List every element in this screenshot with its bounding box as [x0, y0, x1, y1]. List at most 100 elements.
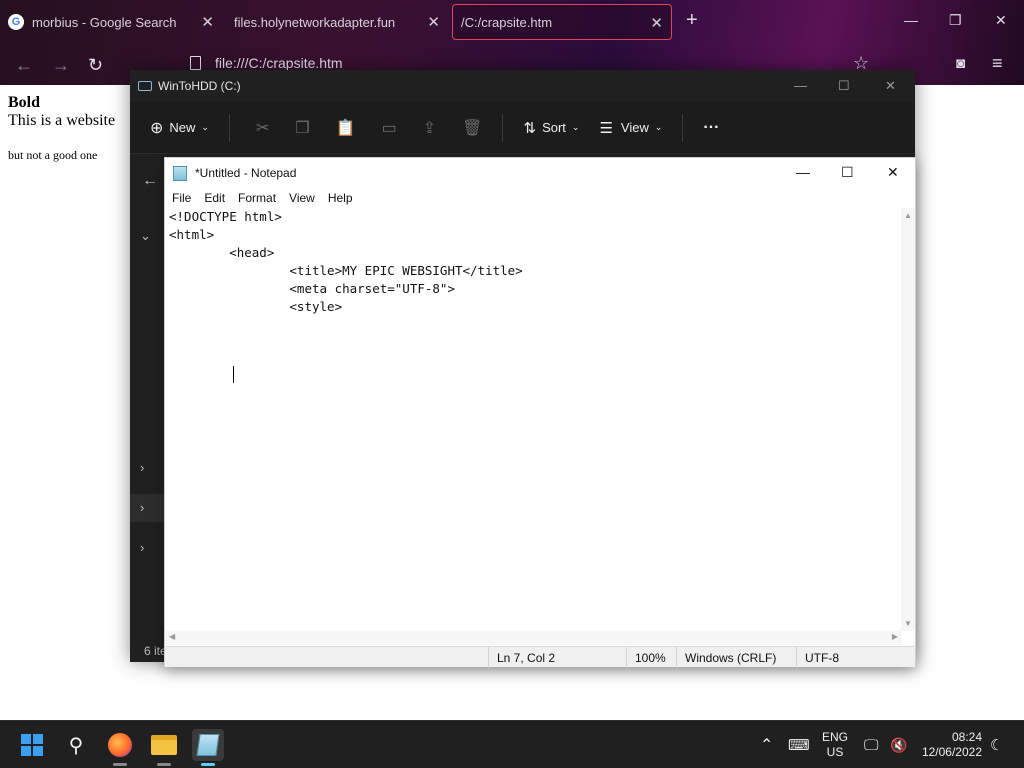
cut-icon[interactable]: ✂: [256, 118, 269, 138]
view-label: View: [620, 120, 649, 135]
text-caret: [233, 366, 234, 383]
notepad-statusbar: Ln 7, Col 2 100% Windows (CRLF) UTF-8: [165, 646, 915, 668]
chevron-right-icon[interactable]: ›: [140, 460, 144, 475]
start-button[interactable]: [16, 729, 48, 761]
zoom-level: 100%: [626, 647, 676, 668]
firefox-icon: [108, 733, 132, 757]
notepad-window: *Untitled - Notepad — ☐ ✕ File Edit Form…: [164, 157, 916, 668]
explorer-maximize-icon[interactable]: ☐: [838, 78, 850, 94]
explorer-close-icon[interactable]: ✕: [885, 78, 896, 94]
menu-edit[interactable]: Edit: [204, 191, 225, 205]
notepad-maximize-icon[interactable]: ☐: [841, 164, 854, 181]
search-button[interactable]: ⚲: [60, 729, 92, 761]
back-arrow-icon[interactable]: ←: [142, 172, 158, 190]
windows-logo-icon: [21, 734, 43, 756]
clock[interactable]: 08:24 12/06/2022: [918, 721, 982, 768]
explorer-title: WinToHDD (C:): [158, 79, 241, 93]
notepad-menubar: File Edit Format View Help: [165, 188, 915, 208]
menu-icon[interactable]: ≡: [992, 53, 1003, 74]
focus-assist-moon-icon[interactable]: ☾: [990, 721, 1003, 768]
taskbar: ⚲ ⌃ ⌨ ENG US 🖵 🔇 08:24 12/06/2022 ☾: [0, 720, 1024, 768]
notepad-minimize-icon[interactable]: —: [796, 164, 810, 180]
chevron-down-icon: ⌄: [201, 122, 209, 132]
new-button[interactable]: ⊕ New ⌄: [150, 118, 209, 138]
back-icon[interactable]: ←: [15, 55, 33, 76]
google-icon: G: [8, 14, 24, 30]
close-window-icon[interactable]: ✕: [995, 12, 1007, 29]
file-explorer-taskbar-button[interactable]: [148, 729, 180, 766]
code-line: <head>: [169, 245, 275, 260]
line-ending: Windows (CRLF): [676, 647, 796, 668]
running-indicator: [113, 763, 127, 766]
menu-file[interactable]: File: [172, 191, 191, 205]
scroll-down-icon[interactable]: ▼: [904, 619, 912, 628]
menu-format[interactable]: Format: [238, 191, 276, 205]
browser-tab-crapsite[interactable]: /C:/crapsite.htm ✕: [452, 4, 672, 40]
separator: [228, 113, 230, 142]
nav-pane-selected-row[interactable]: ›: [130, 494, 164, 522]
scroll-left-icon[interactable]: ◀: [169, 632, 175, 641]
forward-icon[interactable]: →: [52, 55, 70, 76]
restore-icon[interactable]: ❐: [949, 12, 962, 29]
chevron-down-icon: ⌄: [571, 122, 580, 132]
sort-button[interactable]: ⇅ Sort ⌄: [523, 119, 579, 137]
minimize-icon[interactable]: —: [904, 12, 918, 28]
scroll-right-icon[interactable]: ▶: [892, 632, 898, 641]
menu-view[interactable]: View: [289, 191, 315, 205]
network-icon[interactable]: 🖵: [864, 721, 878, 768]
vertical-scrollbar[interactable]: ▲ ▼: [901, 208, 915, 631]
chevron-right-icon: ›: [140, 500, 145, 515]
active-indicator: [201, 763, 215, 766]
tab-label: files.holynetworkadapter.fun: [234, 14, 396, 30]
page-text-line: This is a website: [8, 112, 116, 129]
close-tab-icon[interactable]: ✕: [201, 13, 214, 31]
delete-icon[interactable]: 🗑: [462, 118, 482, 138]
horizontal-scrollbar[interactable]: ◀ ▶: [165, 631, 902, 645]
sort-label: Sort: [542, 120, 566, 135]
language-code: ENG: [822, 730, 849, 744]
clock-date: 12/06/2022: [921, 745, 982, 759]
notepad-taskbar-button[interactable]: [192, 729, 224, 766]
tab-label: /C:/crapsite.htm: [461, 14, 553, 30]
close-tab-icon[interactable]: ✕: [650, 14, 663, 32]
scroll-up-icon[interactable]: ▲: [904, 211, 912, 220]
notepad-icon: [173, 165, 187, 181]
encoding: UTF-8: [796, 647, 914, 668]
code-line: <!DOCTYPE html>: [169, 209, 282, 224]
firefox-taskbar-button[interactable]: [104, 729, 136, 766]
notepad-icon: [196, 734, 220, 756]
close-tab-icon[interactable]: ✕: [427, 13, 440, 31]
keyboard-icon[interactable]: ⌨: [788, 721, 810, 768]
copy-icon[interactable]: ❐: [295, 118, 309, 138]
reload-icon[interactable]: ↻: [88, 55, 103, 76]
browser-tab-files[interactable]: files.holynetworkadapter.fun ✕: [226, 4, 448, 40]
pocket-icon[interactable]: ◙: [956, 55, 965, 72]
view-list-icon: ☰: [599, 119, 613, 137]
notepad-close-icon[interactable]: ✕: [887, 164, 899, 181]
show-hidden-icons-chevron-icon[interactable]: ⌃: [760, 721, 773, 768]
more-options-button[interactable]: ···: [703, 119, 719, 137]
separator: [682, 113, 684, 142]
chevron-down-icon[interactable]: ⌄: [140, 228, 151, 244]
code-line: <meta charset="UTF-8">: [169, 281, 455, 296]
notepad-text-area[interactable]: <!DOCTYPE html> <html> <head> <title>MY …: [165, 208, 902, 631]
chevron-right-icon[interactable]: ›: [140, 540, 144, 555]
rename-icon[interactable]: ▭: [382, 118, 397, 138]
explorer-minimize-icon[interactable]: —: [794, 78, 807, 93]
drive-icon: [138, 81, 152, 91]
plus-circle-icon: ⊕: [150, 119, 164, 137]
browser-tab-google[interactable]: G morbius - Google Search ✕: [0, 4, 222, 40]
language-indicator[interactable]: ENG US: [822, 721, 848, 768]
new-label: New: [169, 120, 196, 135]
share-icon[interactable]: ⇪: [423, 118, 436, 138]
new-tab-icon[interactable]: +: [686, 9, 698, 32]
volume-muted-icon[interactable]: 🔇: [890, 721, 907, 768]
paste-icon[interactable]: 📋: [336, 118, 356, 138]
clock-time: 08:24: [951, 730, 982, 744]
url-bar[interactable]: file:///C:/crapsite.htm: [190, 55, 343, 71]
region-code: US: [826, 745, 844, 759]
view-button[interactable]: ☰ View ⌄: [599, 119, 662, 137]
menu-help[interactable]: Help: [328, 191, 353, 205]
tab-label: morbius - Google Search: [32, 14, 177, 30]
